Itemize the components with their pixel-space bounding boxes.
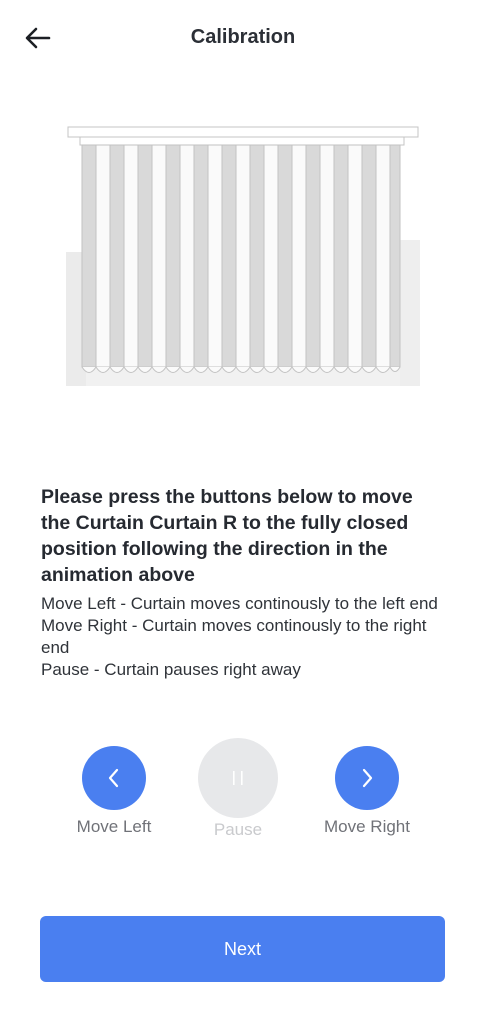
pause-button[interactable] — [198, 738, 278, 818]
instruction-move-left: Move Left - Curtain moves continously to… — [41, 594, 438, 613]
next-button[interactable]: Next — [40, 916, 445, 982]
move-right-button[interactable] — [335, 746, 399, 810]
chevron-right-icon — [362, 768, 373, 788]
instruction-details: Move Left - Curtain moves continously to… — [41, 593, 441, 681]
instruction-headline: Please press the buttons below to move t… — [41, 486, 413, 586]
move-left-button[interactable] — [82, 746, 146, 810]
pause-label: Pause — [213, 820, 263, 839]
chevron-left-icon — [108, 768, 119, 788]
instruction-move-right: Move Right - Curtain moves continously t… — [41, 616, 427, 657]
pause-control: Pause — [198, 738, 278, 840]
move-left-label: Move Left — [76, 817, 152, 836]
instruction-pause: Pause - Curtain pauses right away — [41, 660, 301, 679]
move-left-control: Move Left — [69, 746, 159, 837]
page-title: Calibration — [190, 26, 296, 48]
move-right-control: Move Right — [317, 746, 417, 837]
curtain-animation — [66, 122, 420, 386]
instructions-block: Please press the buttons below to move t… — [41, 484, 441, 681]
curtain-controls: Move Left Pause Move Right — [0, 738, 486, 848]
move-right-label: Move Right — [324, 817, 410, 836]
header-bar: Calibration — [0, 0, 486, 78]
pause-icon — [233, 771, 243, 785]
